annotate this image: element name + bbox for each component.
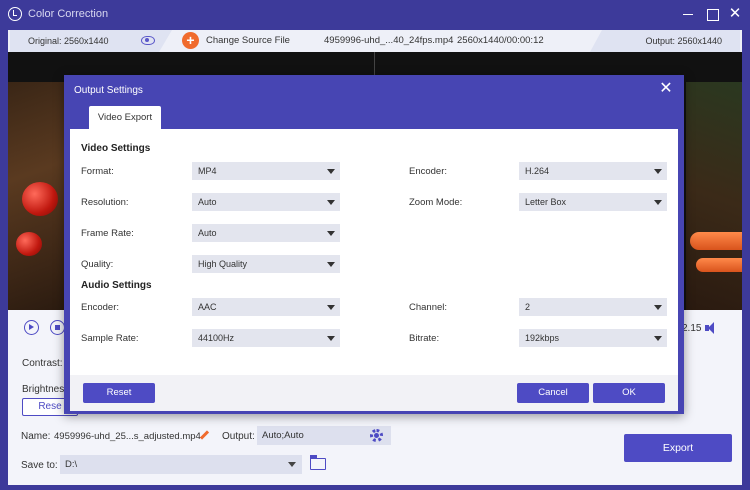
chevron-down-icon <box>327 305 335 310</box>
format-label: Format: <box>81 166 114 177</box>
close-icon[interactable]: ✕ <box>658 81 674 97</box>
name-label: Name: <box>21 431 51 442</box>
chevron-down-icon <box>654 336 662 341</box>
frame-rate-label: Frame Rate: <box>81 228 134 239</box>
chevron-down-icon <box>327 231 335 236</box>
zoom-mode-label: Zoom Mode: <box>409 197 463 208</box>
output-label: Output: <box>222 431 255 442</box>
playback-time: 2.15 <box>682 323 702 334</box>
chevron-down-icon <box>654 305 662 310</box>
channel-select[interactable]: 2 <box>519 298 667 316</box>
frame-rate-select[interactable]: Auto <box>192 224 340 242</box>
close-window-button[interactable]: ✕ <box>727 6 743 22</box>
channel-label: Channel: <box>409 302 448 313</box>
chevron-down-icon <box>327 262 335 267</box>
encoder-label: Encoder: <box>409 166 448 177</box>
chevron-down-icon <box>288 462 296 467</box>
export-button[interactable]: Export <box>624 434 732 462</box>
maximize-button[interactable] <box>704 6 720 22</box>
tab-video-export[interactable]: Video Export <box>89 106 161 129</box>
sample-rate-value: 44100Hz <box>198 333 235 343</box>
zoom-mode-value: Letter Box <box>525 197 567 207</box>
gear-icon[interactable] <box>370 429 383 442</box>
chevron-down-icon <box>654 169 662 174</box>
source-file-meta: 2560x1440/00:00:12 <box>457 35 544 46</box>
original-tag: Original: 2560x1440 <box>10 30 172 52</box>
bitrate-label: Bitrate: <box>409 333 440 344</box>
dialog-footer: Reset Cancel OK <box>70 375 678 411</box>
save-to-select[interactable]: D:\ <box>60 455 302 474</box>
output-resolution: Output: 2560x1440 <box>645 36 722 46</box>
sample-rate-label: Sample Rate: <box>81 333 139 344</box>
resolution-value: Auto <box>198 197 217 207</box>
resolution-select[interactable]: Auto <box>192 193 340 211</box>
source-toolbar: Original: 2560x1440 + Change Source File… <box>8 30 742 52</box>
ok-button[interactable]: OK <box>593 383 665 403</box>
stop-icon[interactable] <box>50 320 65 335</box>
folder-icon[interactable] <box>309 455 326 470</box>
quality-select[interactable]: High Quality <box>192 255 340 273</box>
dialog-title: Output Settings <box>74 85 143 96</box>
encoder-value: H.264 <box>525 166 550 176</box>
preview-output-image <box>686 82 742 310</box>
frame-rate-value: Auto <box>198 228 217 238</box>
resolution-label: Resolution: <box>81 197 129 208</box>
quality-label: Quality: <box>81 259 114 270</box>
edit-name-icon[interactable] <box>200 430 210 440</box>
audio-encoder-label: Encoder: <box>81 302 120 313</box>
format-select[interactable]: MP4 <box>192 162 340 180</box>
preview-original-image <box>8 82 66 310</box>
encoder-select[interactable]: H.264 <box>519 162 667 180</box>
reset-button[interactable]: Reset <box>83 383 155 403</box>
app-logo-icon <box>8 7 22 21</box>
carrot-image <box>690 232 742 250</box>
tomato-image <box>16 232 42 256</box>
quality-value: High Quality <box>198 259 248 269</box>
bitrate-value: 192kbps <box>525 333 560 343</box>
chevron-down-icon <box>327 200 335 205</box>
tomato-image <box>22 182 58 216</box>
output-format-field[interactable]: Auto;Auto <box>257 426 391 445</box>
source-file-name: 4959996-uhd_...40_24fps.mp4 <box>324 35 454 46</box>
contrast-label: Contrast: <box>22 358 63 369</box>
output-file-name: 4959996-uhd_25...s_adjusted.mp4 <box>54 431 201 442</box>
chevron-down-icon <box>327 336 335 341</box>
chevron-down-icon <box>327 169 335 174</box>
format-value: MP4 <box>198 166 217 176</box>
audio-encoder-value: AAC <box>198 302 217 312</box>
title-bar: Color Correction ✕ <box>0 0 750 28</box>
app-title: Color Correction <box>28 8 109 20</box>
carrot-image <box>696 258 742 272</box>
bitrate-select[interactable]: 192kbps <box>519 329 667 347</box>
audio-encoder-select[interactable]: AAC <box>192 298 340 316</box>
cancel-button[interactable]: Cancel <box>517 383 589 403</box>
audio-settings-heading: Audio Settings <box>81 280 152 291</box>
video-settings-heading: Video Settings <box>81 143 151 154</box>
output-tag: Output: 2560x1440 <box>590 30 740 52</box>
play-icon[interactable] <box>24 320 39 335</box>
add-source-icon[interactable]: + <box>182 32 199 49</box>
output-format-value: Auto;Auto <box>262 430 304 441</box>
save-to-label: Save to: <box>21 460 58 471</box>
dialog-body: Video Settings Format: MP4 Encoder: H.26… <box>70 129 678 411</box>
tab-strip: Video Export <box>70 104 678 129</box>
zoom-mode-select[interactable]: Letter Box <box>519 193 667 211</box>
sample-rate-select[interactable]: 44100Hz <box>192 329 340 347</box>
original-resolution: Original: 2560x1440 <box>28 36 109 46</box>
change-source-button[interactable]: Change Source File <box>206 35 290 46</box>
minimize-button[interactable] <box>680 6 696 22</box>
brightness-label: Brightness <box>22 384 70 395</box>
save-to-value: D:\ <box>65 459 78 470</box>
eye-icon[interactable] <box>141 36 155 45</box>
channel-value: 2 <box>525 302 531 312</box>
volume-icon[interactable] <box>705 322 717 334</box>
chevron-down-icon <box>654 200 662 205</box>
output-settings-dialog: Output Settings ✕ Video Export Video Set… <box>64 75 684 414</box>
